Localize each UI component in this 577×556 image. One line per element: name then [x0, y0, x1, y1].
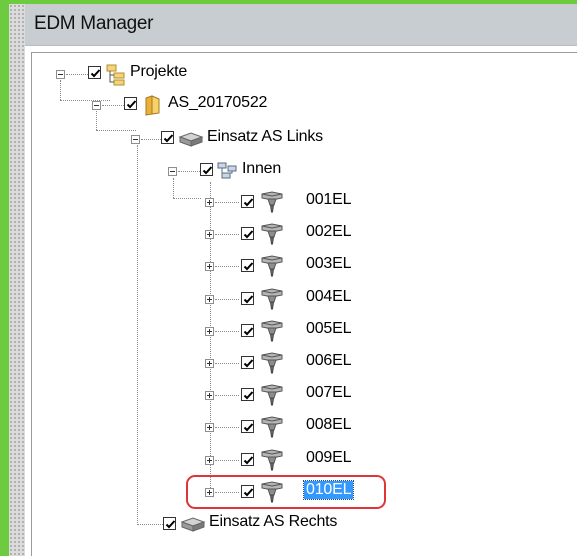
collapse-toggle[interactable]	[168, 167, 177, 176]
checkbox-checked[interactable]	[241, 195, 254, 208]
expand-toggle[interactable]	[205, 327, 214, 336]
tree-node-item[interactable]: 001EL	[0, 189, 577, 215]
tree-node-project[interactable]: AS_20170522	[0, 92, 577, 118]
expand-toggle[interactable]	[205, 423, 214, 432]
tree-border-top	[31, 52, 577, 53]
node-label: Einsatz AS Rechts	[209, 513, 338, 530]
checkbox-checked[interactable]	[161, 131, 174, 144]
node-label: 002EL	[306, 223, 352, 240]
tree-node-insert-right[interactable]: Einsatz AS Rechts	[0, 511, 577, 537]
tree-line	[215, 202, 239, 203]
node-label: AS_20170522	[168, 94, 268, 111]
electrode-icon	[261, 449, 283, 471]
tree-structure-icon	[106, 64, 125, 86]
tree-line	[215, 331, 239, 332]
node-label: Einsatz AS Links	[207, 128, 323, 145]
window-title: EDM Manager	[34, 13, 154, 34]
tree-node-item[interactable]: 006EL	[0, 350, 577, 376]
tree-node-item[interactable]: 007EL	[0, 382, 577, 408]
tree-node-item[interactable]: 005EL	[0, 318, 577, 344]
tree-line	[215, 234, 239, 235]
electrode-icon	[261, 384, 283, 406]
gray-block-icon	[178, 132, 204, 147]
node-label: 009EL	[306, 449, 352, 466]
electrode-icon	[261, 416, 283, 438]
node-label: 006EL	[306, 352, 352, 369]
tree-node-item[interactable]: 008EL	[0, 414, 577, 440]
electrode-icon	[261, 352, 283, 374]
tree-node-projekte[interactable]: Projekte	[0, 61, 577, 87]
tree-node-item[interactable]: 004EL	[0, 286, 577, 312]
tree-line	[102, 105, 124, 106]
expand-toggle[interactable]	[205, 230, 214, 239]
tree-node-inner[interactable]: Innen	[0, 158, 577, 184]
node-label: Innen	[242, 160, 282, 177]
checkbox-checked[interactable]	[241, 356, 254, 369]
electrode-icon	[261, 191, 283, 213]
node-label: 005EL	[306, 320, 352, 337]
tree-line	[215, 460, 239, 461]
tree-node-item[interactable]: 002EL	[0, 221, 577, 247]
tree-line	[215, 363, 239, 364]
checkbox-checked[interactable]	[200, 163, 213, 176]
expand-toggle[interactable]	[205, 359, 214, 368]
network-icon	[217, 162, 237, 179]
checkbox-checked[interactable]	[241, 292, 254, 305]
gray-block-icon	[180, 517, 206, 532]
node-label: 003EL	[306, 255, 352, 272]
expand-toggle[interactable]	[205, 456, 214, 465]
checkbox-checked[interactable]	[241, 324, 254, 337]
electrode-icon	[261, 255, 283, 277]
expand-toggle[interactable]	[205, 391, 214, 400]
electrode-icon	[261, 288, 283, 310]
highlight-annotation	[186, 475, 386, 509]
node-label: 004EL	[306, 288, 352, 305]
tree-line	[141, 139, 163, 140]
expand-toggle[interactable]	[205, 198, 214, 207]
tree-node-item[interactable]: 003EL	[0, 253, 577, 279]
node-label: 007EL	[306, 384, 352, 401]
tree-node-item[interactable]: 009EL	[0, 447, 577, 473]
tree-line	[215, 427, 239, 428]
tree-line	[215, 266, 239, 267]
tree-node-insert-left[interactable]: Einsatz AS Links	[0, 126, 577, 152]
expand-toggle[interactable]	[205, 262, 214, 271]
checkbox-checked[interactable]	[241, 227, 254, 240]
node-label: Projekte	[130, 63, 188, 80]
node-label: 008EL	[306, 416, 352, 433]
electrode-icon	[261, 320, 283, 342]
checkbox-checked[interactable]	[241, 453, 254, 466]
checkbox-checked[interactable]	[124, 97, 137, 110]
tree-line	[178, 171, 200, 172]
collapse-toggle[interactable]	[92, 101, 101, 110]
checkbox-checked[interactable]	[88, 66, 101, 79]
expand-toggle[interactable]	[205, 295, 214, 304]
collapse-toggle[interactable]	[56, 70, 65, 79]
checkbox-checked[interactable]	[241, 388, 254, 401]
checkbox-checked[interactable]	[241, 259, 254, 272]
tree-line	[66, 74, 88, 75]
collapse-toggle[interactable]	[131, 135, 140, 144]
title-bar[interactable]: EDM Manager	[25, 4, 577, 46]
folder-icon	[145, 95, 160, 116]
checkbox-checked[interactable]	[163, 517, 176, 530]
tree-line	[215, 299, 239, 300]
tree-line	[215, 395, 239, 396]
electrode-icon	[261, 223, 283, 245]
checkbox-checked[interactable]	[241, 420, 254, 433]
node-label: 001EL	[306, 191, 352, 208]
